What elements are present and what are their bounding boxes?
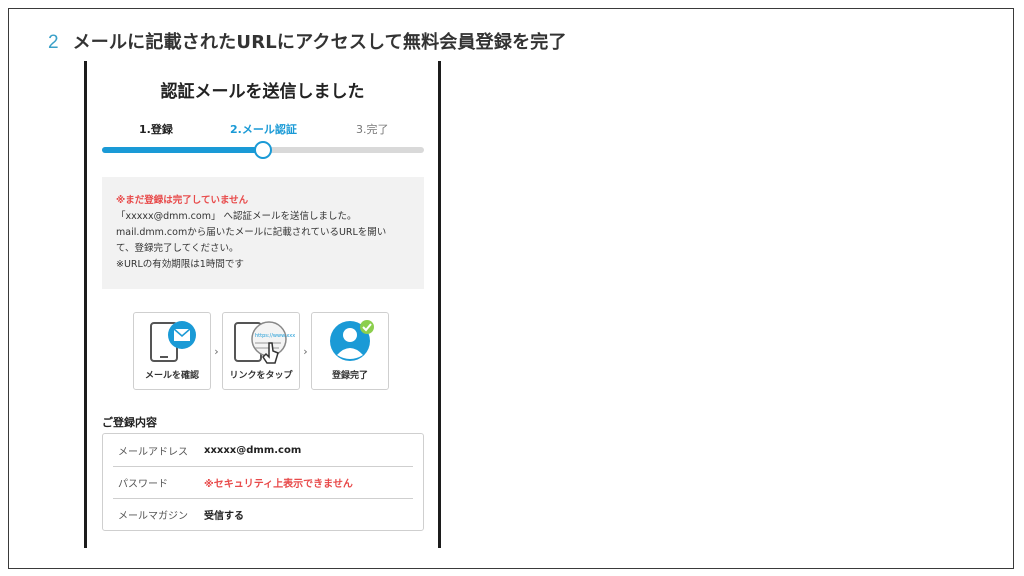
row-value: 受信する	[204, 510, 244, 522]
step-title: メールに記載されたURLにアクセスして無料会員登録を完了	[72, 32, 567, 53]
notice-warning: ※まだ登録は完了していません	[116, 195, 249, 206]
screen-title: 認証メールを送信しました	[160, 82, 365, 102]
registration-row-email: メールアドレス xxxxx@dmm.com	[113, 434, 413, 467]
phone-screenshot: 認証メールを送信しました 1.登録 2.メール認証 3.完了 ※まだ登録は完了し…	[84, 61, 441, 548]
step-mail-auth: 2.メール認証	[230, 123, 297, 136]
row-label: メールマガジン	[118, 510, 188, 522]
flow-cards: メールを確認 › https://www.xxx リンクをタップ › 登録完了	[133, 312, 389, 390]
step-register: 1.登録	[139, 123, 173, 136]
flow-label: リンクをタップ	[229, 371, 293, 381]
row-value: xxxxx@dmm.com	[204, 444, 302, 456]
progress-fill	[102, 147, 263, 153]
notice-line: ※URLの有効期限は1時間です	[116, 259, 244, 270]
registration-title: ご登録内容	[102, 416, 157, 429]
link-url-text: https://www.xxx	[255, 333, 295, 339]
step-number: 2	[48, 32, 59, 53]
flow-card-tap-link: https://www.xxx リンクをタップ	[222, 312, 300, 390]
progress-track	[102, 141, 424, 159]
step-heading: 2 メールに記載されたURLにアクセスして無料会員登録を完了	[48, 28, 567, 54]
row-label: パスワード	[118, 478, 168, 490]
row-label: メールアドレス	[118, 446, 188, 458]
user-check-icon	[330, 320, 374, 361]
chevron-right-icon: ›	[303, 344, 308, 358]
row-value: ※セキュリティ上表示できません	[204, 478, 353, 490]
registration-row-password: パスワード ※セキュリティ上表示できません	[113, 466, 413, 499]
registration-row-newsletter: メールマガジン 受信する	[113, 498, 413, 530]
flow-label: メールを確認	[144, 371, 199, 381]
notice-box: ※まだ登録は完了していません 「xxxxx@dmm.com」 へ認証メールを送信…	[102, 177, 424, 289]
flow-label: 登録完了	[331, 371, 368, 381]
notice-line: mail.dmm.comから届いたメールに記載されているURLを開い	[116, 227, 387, 238]
flow-card-check-mail: メールを確認	[133, 312, 211, 390]
phone-mail-icon	[150, 321, 196, 362]
step-complete: 3.完了	[356, 123, 389, 136]
notice-line: 「xxxxx@dmm.com」 へ認証メールを送信しました。	[116, 211, 357, 222]
registration-table: メールアドレス xxxxx@dmm.com パスワード ※セキュリティ上表示でき…	[102, 433, 424, 531]
chevron-right-icon: ›	[214, 344, 219, 358]
progress-steps: 1.登録 2.メール認証 3.完了	[87, 121, 438, 137]
link-tap-icon: https://www.xxx	[234, 321, 295, 364]
flow-card-complete: 登録完了	[311, 312, 389, 390]
progress-knob	[254, 141, 272, 159]
notice-line: て、登録完了してください。	[116, 243, 239, 254]
